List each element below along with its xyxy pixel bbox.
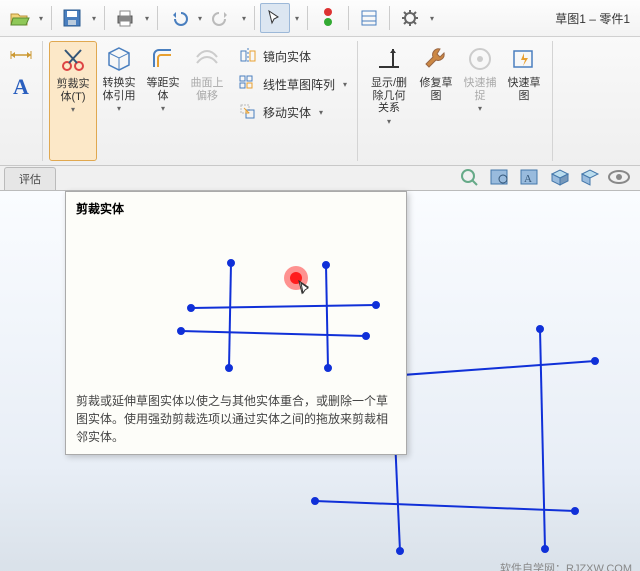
view-orient-icon[interactable]: A [516,166,544,188]
mirror-label: 镜向实体 [263,48,311,65]
offset-button[interactable]: 等距实 体 ▾ [141,41,185,161]
tooltip-illustration [76,223,386,383]
scissors-icon [57,44,89,76]
sketch-canvas[interactable]: 剪裁实体 剪裁或延伸草图实体以使之与其他实体重合，或删除一个草图实体。使用强劲剪… [0,191,640,571]
tooltip-title: 剪裁实体 [76,200,396,217]
offset-label: 等距实 体 [147,77,180,102]
quick-snap-label: 快速捕 捉 [464,77,497,102]
text-icon[interactable]: A [13,74,29,100]
open-button[interactable] [4,3,34,33]
display-relations-button[interactable]: 显示/删 除几何 关系 ▾ [364,41,414,161]
select-button[interactable] [260,3,290,33]
trim-label: 剪裁实 体(T) [57,78,90,103]
move-icon [239,103,257,121]
mirror-icon [239,47,257,65]
redo-dropdown[interactable]: ▾ [239,14,249,23]
hide-show-icon[interactable] [606,166,634,188]
pattern-icon [239,75,257,93]
traffic-light-icon[interactable] [313,3,343,33]
undo-dropdown[interactable]: ▾ [195,14,205,23]
zoom-area-icon[interactable] [486,166,514,188]
open-dropdown[interactable]: ▾ [36,14,46,23]
svg-text:A: A [524,173,532,185]
wrench-icon [420,43,452,75]
surface-offset-icon [191,43,223,75]
save-button[interactable] [57,3,87,33]
view-toolbar: A [450,164,640,190]
tooltip: 剪裁实体 剪裁或延伸草图实体以使之与其他实体重合，或删除一个草图实体。使用强劲剪… [65,191,407,455]
quick-snap-button: 快速捕 捉 ▾ [458,41,502,161]
undo-button[interactable] [163,3,193,33]
settings-dropdown[interactable]: ▾ [427,14,437,23]
select-dropdown[interactable]: ▾ [292,14,302,23]
repair-button[interactable]: 修复草 图 [414,41,458,161]
options-button[interactable] [354,3,384,33]
move-item[interactable]: 移动实体 ▾ [235,101,351,123]
print-button[interactable] [110,3,140,33]
linear-pattern-item[interactable]: 线性草图阵列 ▾ [235,73,351,95]
display-relations-label: 显示/删 除几何 关系 [371,77,407,115]
save-dropdown[interactable]: ▾ [89,14,99,23]
cube-icon [103,43,135,75]
rapid-sketch-label: 快速草 图 [508,77,541,102]
window-title: 草图1 – 零件1 [555,10,636,27]
rapid-icon [508,43,540,75]
display-style-icon[interactable] [546,166,574,188]
rapid-sketch-button[interactable]: 快速草 图 [502,41,546,161]
tab-bar: 评估 A [0,166,640,191]
offset-icon [147,43,179,75]
mirror-item[interactable]: 镜向实体 [235,45,351,67]
watermark: 软件自学网：RJZXW.COM [500,560,632,571]
repair-label: 修复草 图 [420,77,453,102]
dimension-icon[interactable] [9,47,33,66]
ribbon: A 剪裁实 体(T) ▾ 转换实 体引用 ▾ 等距实 体 ▾ 曲面上 偏移 镜向… [0,37,640,166]
zoom-fit-icon[interactable] [456,166,484,188]
tooltip-description: 剪裁或延伸草图实体以使之与其他实体重合，或删除一个草图实体。使用强劲剪裁选项以通… [76,392,396,446]
linear-pattern-label: 线性草图阵列 [263,76,335,93]
quick-access-toolbar: ▾ ▾ ▾ ▾ ▾ ▾ ▾ 草图1 – 零件1 [0,0,640,37]
print-dropdown[interactable]: ▾ [142,14,152,23]
convert-label: 转换实 体引用 [103,77,136,102]
tab-evaluate[interactable]: 评估 [4,167,56,190]
surface-offset-button: 曲面上 偏移 [185,41,229,161]
section-icon[interactable] [576,166,604,188]
perpendicular-icon [373,43,405,75]
surface-offset-label: 曲面上 偏移 [191,77,224,102]
convert-button[interactable]: 转换实 体引用 ▾ [97,41,141,161]
redo-button[interactable] [207,3,237,33]
snap-icon [464,43,496,75]
move-label: 移动实体 [263,104,311,121]
settings-button[interactable] [395,3,425,33]
trim-button[interactable]: 剪裁实 体(T) ▾ [49,41,97,161]
